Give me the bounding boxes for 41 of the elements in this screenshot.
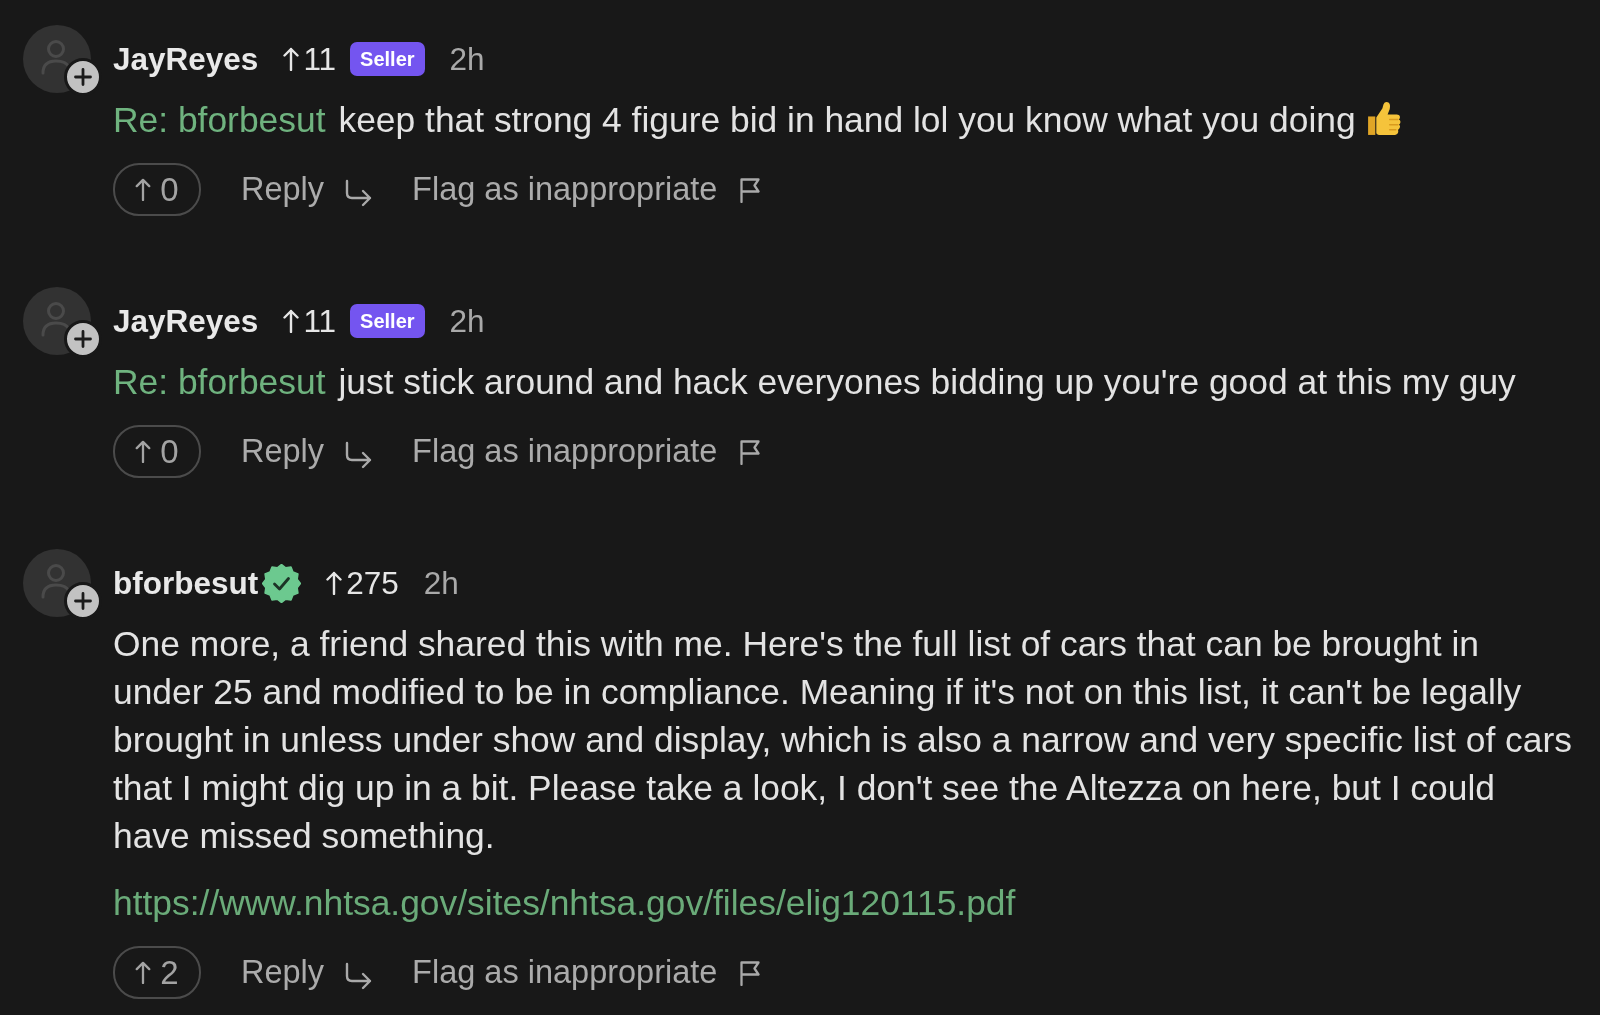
plus-icon[interactable] bbox=[64, 320, 102, 358]
up-arrow-icon bbox=[135, 178, 152, 201]
mention-link[interactable]: Re: bforbesut bbox=[113, 362, 326, 402]
flag-icon bbox=[739, 176, 762, 203]
plus-icon[interactable] bbox=[64, 582, 102, 620]
username[interactable]: JayReyes bbox=[113, 40, 259, 78]
comment-text: One more, a friend shared this with me. Here's the full list of cars that can be brought in under 25 and modified to be in compliance. Meaning if it's not on this list, it can't be legally brought in unless under show and display, which is also a narrow and very specific list of cars that I might dig up in a bit. Please take a look, I don't see the Altezza on here, but I could have missed something. bbox=[113, 624, 1572, 856]
flag-button[interactable]: Flag as inappropriate bbox=[412, 427, 762, 476]
user-score: 11 bbox=[303, 302, 337, 340]
reply-button[interactable]: Reply bbox=[241, 165, 373, 214]
flag-icon bbox=[739, 959, 762, 986]
reply-arrow-icon bbox=[344, 178, 373, 207]
timestamp: 2h bbox=[449, 40, 485, 78]
reply-arrow-icon bbox=[344, 440, 373, 469]
comment-text: keep that strong 4 figure bid in hand lol you know what you doing bbox=[338, 100, 1356, 140]
plus-icon[interactable] bbox=[64, 58, 102, 96]
user-score: 275 bbox=[346, 564, 399, 602]
up-arrow-icon bbox=[283, 309, 300, 333]
url-link[interactable]: https://www.nhtsa.gov/sites/nhtsa.gov/files/elig120115.pdf bbox=[113, 879, 1016, 927]
timestamp: 2h bbox=[423, 564, 459, 602]
reply-arrow-icon bbox=[344, 961, 373, 990]
comment-text: just stick around and hack everyones bidding up you're good at this my guy bbox=[338, 362, 1516, 402]
username[interactable]: bforbesut bbox=[113, 564, 259, 602]
flag-button[interactable]: Flag as inappropriate bbox=[412, 165, 762, 214]
reply-button[interactable]: Reply bbox=[241, 427, 373, 476]
upvote-button[interactable]: 0 bbox=[113, 163, 201, 216]
role-badge: Seller bbox=[350, 42, 425, 76]
timestamp: 2h bbox=[449, 302, 485, 340]
reply-button[interactable]: Reply bbox=[241, 948, 373, 997]
up-arrow-icon bbox=[326, 571, 343, 595]
flag-icon bbox=[739, 438, 762, 465]
flag-button[interactable]: Flag as inappropriate bbox=[412, 948, 762, 997]
mention-link[interactable]: Re: bforbesut bbox=[113, 100, 326, 140]
up-arrow-icon bbox=[135, 440, 152, 463]
upvote-button[interactable]: 2 bbox=[113, 946, 201, 999]
up-arrow-icon bbox=[283, 47, 300, 71]
role-badge: Seller bbox=[350, 304, 425, 338]
username[interactable]: JayReyes bbox=[113, 302, 259, 340]
upvote-button[interactable]: 0 bbox=[113, 425, 201, 478]
up-arrow-icon bbox=[135, 961, 152, 984]
user-score: 11 bbox=[303, 40, 337, 78]
